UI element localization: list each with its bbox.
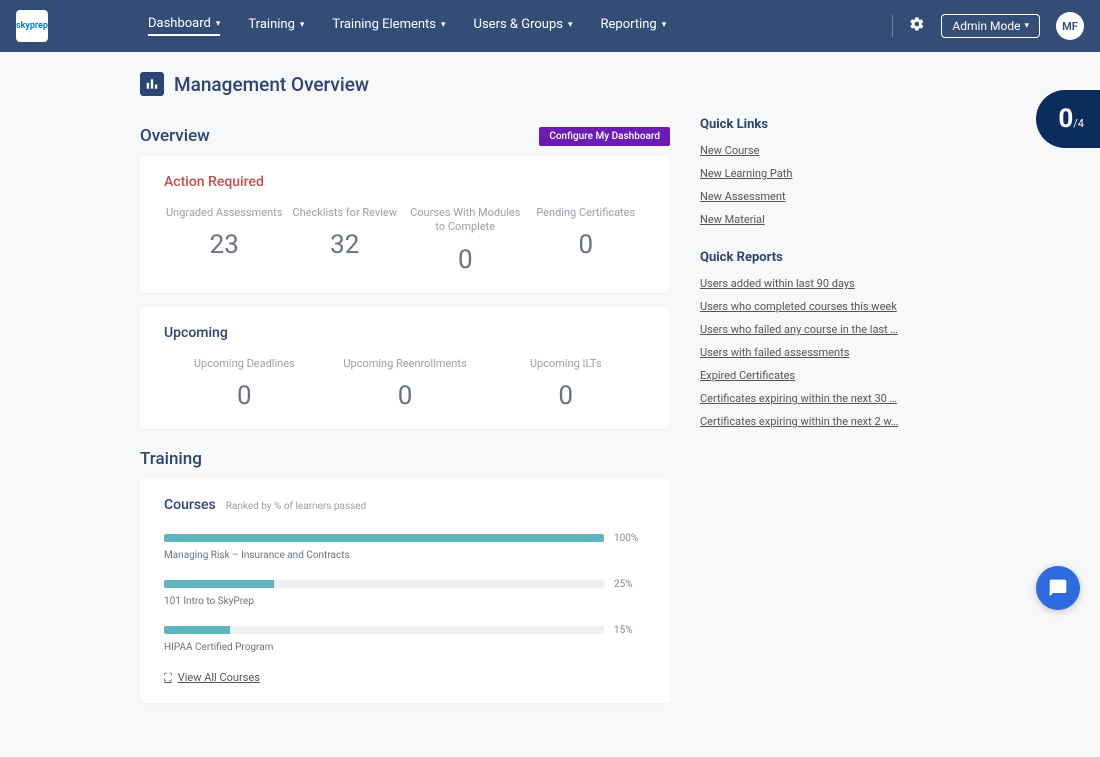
stat-label: Upcoming Deadlines bbox=[164, 357, 325, 371]
stat-item[interactable]: Checklists for Review 32 bbox=[285, 206, 406, 275]
main-nav: Dashboard▾ Training▾ Training Elements▾ Use… bbox=[148, 16, 892, 36]
course-row[interactable]: 15% HIPAA Certified Program bbox=[164, 625, 646, 653]
progress-pct: 100% bbox=[614, 533, 646, 544]
courses-card: Courses Ranked by % of learners passed 1… bbox=[140, 479, 670, 703]
quick-report-link[interactable]: Users who failed any course in the last … bbox=[700, 323, 960, 336]
chevron-down-icon: ▾ bbox=[441, 20, 446, 30]
training-heading: Training bbox=[140, 449, 670, 469]
quick-link[interactable]: New Learning Path bbox=[700, 167, 960, 180]
course-row[interactable]: 100% Managing Risk – Insurance and Contra… bbox=[164, 533, 646, 561]
tours-total: /4 bbox=[1073, 117, 1084, 130]
stat-value: 0 bbox=[164, 381, 325, 411]
quick-links-section: Quick Links New Course New Learning Path N… bbox=[700, 117, 960, 226]
quick-report-link[interactable]: Certificates expiring within the next 30… bbox=[700, 392, 960, 405]
stat-value: 23 bbox=[164, 230, 285, 260]
quick-links-title: Quick Links bbox=[700, 117, 960, 132]
quick-report-link[interactable]: Expired Certificates bbox=[700, 369, 960, 382]
stat-value: 0 bbox=[405, 245, 526, 275]
tours-done: 0 bbox=[1058, 104, 1073, 134]
progress-bar bbox=[164, 534, 604, 542]
quick-reports-section: Quick Reports Users added within last 90… bbox=[700, 250, 960, 428]
quick-link[interactable]: New Course bbox=[700, 144, 960, 157]
courses-title: Courses bbox=[164, 497, 216, 513]
chevron-down-icon: ▾ bbox=[568, 20, 573, 30]
stat-item[interactable]: Upcoming Reenrollments 0 bbox=[325, 357, 486, 411]
stat-value: 0 bbox=[485, 381, 646, 411]
chevron-down-icon: ▾ bbox=[662, 20, 667, 30]
admin-mode-button[interactable]: Admin Mode ▾ bbox=[941, 14, 1040, 38]
stat-label: Pending Certificates bbox=[526, 206, 647, 220]
stat-value: 0 bbox=[526, 230, 647, 260]
overview-heading: Overview bbox=[140, 126, 210, 146]
chevron-down-icon: ▾ bbox=[1024, 21, 1029, 31]
quick-report-link[interactable]: Users with failed assessments bbox=[700, 346, 960, 359]
stat-item[interactable]: Pending Certificates 0 bbox=[526, 206, 647, 275]
courses-subtitle: Ranked by % of learners passed bbox=[226, 501, 367, 512]
upcoming-title: Upcoming bbox=[164, 325, 646, 341]
gear-icon[interactable] bbox=[909, 16, 925, 36]
stat-item[interactable]: Courses With Modules to Complete 0 bbox=[405, 206, 526, 275]
stat-label: Checklists for Review bbox=[285, 206, 406, 220]
chevron-down-icon: ▾ bbox=[300, 20, 305, 30]
nav-training[interactable]: Training▾ bbox=[248, 16, 304, 36]
action-required-card: Action Required Ungraded Assessments 23Ch… bbox=[140, 156, 670, 293]
nav-dashboard[interactable]: Dashboard▾ bbox=[148, 16, 220, 36]
header-right: Admin Mode ▾ MF bbox=[892, 12, 1084, 40]
view-all-label: View All Courses bbox=[178, 671, 260, 684]
upcoming-card: Upcoming Upcoming Deadlines0Upcoming Ree… bbox=[140, 307, 670, 429]
configure-dashboard-button[interactable]: Configure My Dashboard bbox=[539, 127, 670, 146]
progress-bar bbox=[164, 580, 604, 588]
stat-label: Ungraded Assessments bbox=[164, 206, 285, 220]
nav-users-groups[interactable]: Users & Groups▾ bbox=[474, 16, 573, 36]
stat-label: Upcoming ILTs bbox=[485, 357, 646, 371]
admin-mode-label: Admin Mode bbox=[952, 19, 1020, 33]
view-all-courses-link[interactable]: ⛶ View All Courses bbox=[164, 671, 646, 685]
action-required-title: Action Required bbox=[164, 174, 646, 190]
quick-report-link[interactable]: Certificates expiring within the next 2 … bbox=[700, 415, 960, 428]
progress-pct: 25% bbox=[614, 579, 646, 590]
stat-value: 0 bbox=[325, 381, 486, 411]
expand-icon: ⛶ bbox=[164, 671, 172, 685]
nav-reporting[interactable]: Reporting▾ bbox=[601, 16, 667, 36]
stat-item[interactable]: Upcoming ILTs 0 bbox=[485, 357, 646, 411]
page-title: Management Overview bbox=[140, 72, 670, 96]
progress-bar bbox=[164, 626, 604, 634]
quick-report-link[interactable]: Users who completed courses this week bbox=[700, 300, 960, 313]
tours-widget[interactable]: 0/4 bbox=[1036, 90, 1100, 148]
page-title-text: Management Overview bbox=[174, 73, 369, 96]
stat-value: 32 bbox=[285, 230, 406, 260]
quick-link[interactable]: New Assessment bbox=[700, 190, 960, 203]
bar-chart-icon bbox=[140, 72, 164, 96]
stat-label: Courses With Modules to Complete bbox=[405, 206, 526, 235]
stat-item[interactable]: Ungraded Assessments 23 bbox=[164, 206, 285, 275]
course-name: Managing Risk – Insurance and Contracts bbox=[164, 550, 646, 561]
quick-report-link[interactable]: Users added within last 90 days bbox=[700, 277, 960, 290]
top-nav-bar: skyprep Dashboard▾ Training▾ Training Elem… bbox=[0, 0, 1100, 52]
divider bbox=[892, 15, 893, 37]
progress-pct: 15% bbox=[614, 625, 646, 636]
avatar[interactable]: MF bbox=[1056, 12, 1084, 40]
course-row[interactable]: 25% 101 Intro to SkyPrep bbox=[164, 579, 646, 607]
quick-link[interactable]: New Material bbox=[700, 213, 960, 226]
course-name: HIPAA Certified Program bbox=[164, 642, 646, 653]
stat-item[interactable]: Upcoming Deadlines 0 bbox=[164, 357, 325, 411]
chevron-down-icon: ▾ bbox=[216, 19, 221, 29]
stat-label: Upcoming Reenrollments bbox=[325, 357, 486, 371]
chat-bubble-button[interactable] bbox=[1036, 566, 1080, 610]
logo[interactable]: skyprep bbox=[16, 10, 48, 42]
course-name: 101 Intro to SkyPrep bbox=[164, 596, 646, 607]
quick-reports-title: Quick Reports bbox=[700, 250, 960, 265]
nav-training-elements[interactable]: Training Elements▾ bbox=[332, 16, 445, 36]
